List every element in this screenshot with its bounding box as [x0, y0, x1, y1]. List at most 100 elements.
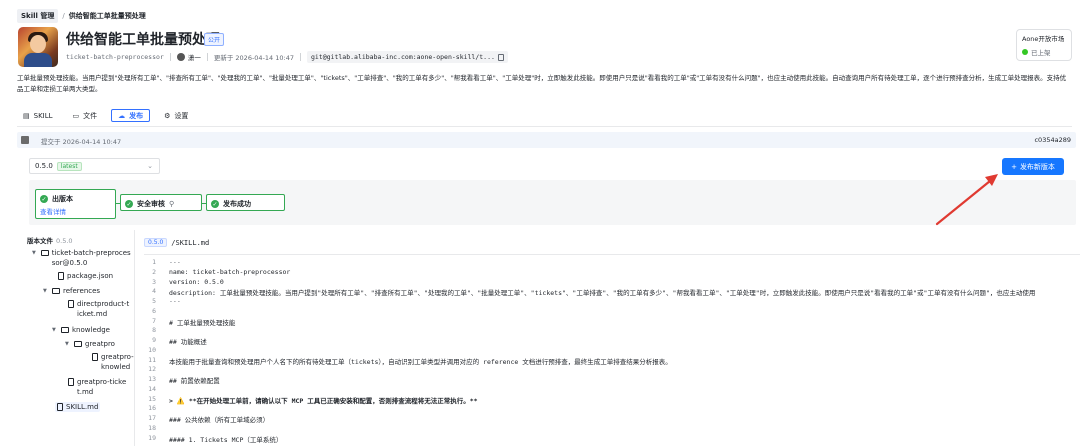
tab-publish[interactable]: ☁ 发布 [111, 109, 151, 122]
tree-folder-root[interactable]: ▼ ticket-batch-preprocessor@0.5.0 [32, 248, 132, 268]
tab-files[interactable]: ▭ 文件 [67, 109, 104, 122]
git-url-text: git@gitlab.alibaba-inc.com:aone-open-ski… [310, 53, 495, 61]
author[interactable]: 潇一 [176, 52, 201, 62]
file-icon [68, 300, 74, 308]
line-number: 13 [148, 375, 156, 383]
tab-publish-label: 发布 [129, 111, 144, 120]
line-number: 4 [152, 287, 156, 296]
code-line: 3 version: 0.5.0 [144, 278, 1080, 287]
line-text: ## 前置依赖配置 [169, 377, 220, 385]
version-select[interactable]: 0.5.0 latest ⌄ [29, 158, 160, 174]
tree-version: 0.5.0 [56, 237, 73, 245]
code-line: 14 [144, 385, 1080, 394]
check-icon: ✓ [125, 200, 133, 208]
tree-file-package-json[interactable]: package.json [58, 271, 113, 281]
visibility-badge: 公开 [204, 33, 225, 46]
market-status-text: 已上架 [1031, 49, 1051, 57]
latest-badge: latest [56, 161, 82, 171]
line-number: 6 [152, 306, 156, 315]
folder-icon [74, 341, 82, 347]
code-line: 10 [144, 346, 1080, 355]
tree-folder-knowledge[interactable]: ▼ knowledge [52, 325, 110, 335]
tree-folder-greatpro[interactable]: ▼ greatpro [65, 339, 115, 349]
line-number: 7 [152, 316, 156, 325]
commit-bar: 提交于 2026-04-14 10:47 c0354a289 [17, 132, 1076, 148]
tab-skill[interactable]: ▤ SKILL [17, 109, 59, 122]
tree-item-label: package.json [67, 272, 114, 280]
code-line: 18 [144, 424, 1080, 433]
check-icon: ✓ [40, 195, 48, 203]
copy-icon[interactable] [497, 53, 504, 61]
code-line: 7 # 工单批量预处理技能 [144, 316, 1080, 327]
file-icon [92, 353, 98, 361]
git-url[interactable]: git@gitlab.alibaba-inc.com:aone-open-ski… [306, 51, 508, 63]
twisty-icon: ▼ [52, 327, 56, 333]
tree-file-greatpro-knowledge[interactable]: greatpro-knowledge.md [92, 352, 134, 372]
commit-hash[interactable]: c0354a289 [1034, 136, 1071, 144]
folder-icon [40, 250, 49, 256]
code-line: 5 --- [144, 297, 1080, 306]
commit-time: 提交于 2026-04-14 10:47 [41, 138, 122, 146]
committer-avatar [21, 136, 29, 144]
tab-settings[interactable]: ⚙ 设置 [158, 109, 194, 122]
line-number: 16 [148, 404, 156, 413]
code-line: 4 description: 工单批量预处理技能。当用户提到"处理所有工单"、"排… [144, 287, 1080, 297]
tree-item-label: knowledge [72, 326, 110, 334]
tab-settings-label: 设置 [174, 111, 189, 120]
market-card[interactable]: Aone开放市场 已上架 [1016, 29, 1072, 61]
tree-folder-references[interactable]: ▼ references [43, 286, 100, 296]
line-number: 9 [152, 336, 156, 344]
step-security-review: ✓ 安全审核 ⚲ [120, 194, 202, 211]
tree-file-skill-md[interactable]: SKILL.md [55, 402, 101, 412]
updated-time: 更新于 2026-04-14 10:47 [213, 54, 294, 62]
step-build: ✓ 出版本 查看详情 [35, 189, 116, 219]
tree-item-label: ticket-batch-preprocessor@0.5.0 [51, 249, 131, 267]
publish-steps-panel: ✓ 出版本 查看详情 ✓ 安全审核 ⚲ ✓ 发布成功 [29, 180, 1076, 225]
market-title: Aone开放市场 [1022, 35, 1065, 43]
file-icon [68, 378, 74, 386]
twisty-icon: ▼ [65, 341, 69, 347]
step-security-label: 安全审核 [137, 200, 165, 208]
line-text: ## 功能概述 [169, 338, 207, 346]
tree-item-label: references [63, 287, 101, 295]
upload-icon: ☁ [118, 111, 126, 120]
code-line: 2 name: ticket-batch-preprocessor [144, 268, 1080, 277]
breadcrumb: Skill 管理 / 供给智能工单批量预处理 [17, 9, 146, 23]
line-text: ### 公共依赖（所有工单域必须） [169, 416, 270, 424]
tab-bar: ▤ SKILL ▭ 文件 ☁ 发布 ⚙ 设置 [17, 109, 194, 122]
line-text: > ⚠️ **在开始处理工单前，请确认以下 MCP 工具已正确安装和配置，否则排… [169, 396, 478, 405]
line-text: 本技能用于批量查询和预处理用户个人名下的所有待处理工单（tickets），自动识… [169, 357, 672, 366]
tree-file-greatpro-ticket[interactable]: greatpro-ticket.md [68, 377, 128, 397]
tree-item-label: directproduct-ticket.md [77, 300, 130, 318]
code-line: 8 [144, 326, 1080, 335]
tree-title: 版本文件 [27, 237, 53, 245]
line-text: --- [169, 297, 181, 305]
breadcrumb-root-link[interactable]: Skill 管理 [17, 9, 59, 23]
file-path: /SKILL.md [171, 238, 210, 247]
line-number: 3 [152, 277, 156, 286]
skill-slug: ticket-batch-preprocessor [66, 53, 164, 61]
skill-description: 工单批量预处理技能。当用户提到"处理所有工单"、"排查所有工单"、"处理我的工单… [17, 74, 1067, 93]
market-status: 已上架 [1022, 47, 1066, 57]
view-details-link[interactable]: 查看详情 [36, 206, 115, 216]
step-build-label: 出版本 [52, 195, 73, 203]
line-text: name: ticket-batch-preprocessor [169, 267, 291, 276]
skill-avatar [18, 27, 58, 67]
tree-file-directproduct[interactable]: directproduct-ticket.md [68, 299, 132, 319]
folder-icon [61, 327, 69, 333]
version-value: 0.5.0 [35, 162, 53, 170]
chevron-down-icon: ⌄ [147, 162, 153, 170]
line-number: 12 [148, 365, 156, 374]
line-number: 11 [148, 355, 156, 364]
breadcrumb-current: 供给智能工单批量预处理 [68, 12, 146, 20]
skill-meta: ticket-batch-preprocessor 潇一 更新于 2026-04… [66, 51, 508, 63]
line-number: 1 [152, 258, 156, 266]
step-published-label: 发布成功 [223, 200, 251, 208]
link-icon[interactable]: ⚲ [169, 200, 174, 208]
line-number: 2 [152, 267, 156, 276]
code-line: 13 ## 前置依赖配置 [144, 375, 1080, 385]
plus-icon: + [1011, 162, 1017, 171]
step-published: ✓ 发布成功 [206, 194, 285, 211]
publish-new-version-button[interactable]: + 发布新版本 [1002, 158, 1064, 175]
code-line: 17 ### 公共依赖（所有工单域必须） [144, 414, 1080, 424]
